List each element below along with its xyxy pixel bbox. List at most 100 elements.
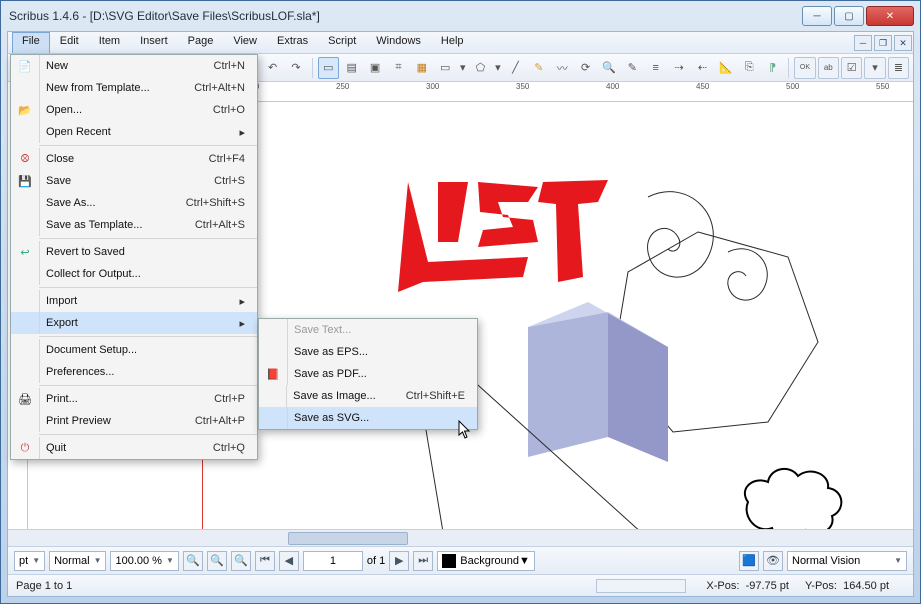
maximize-button[interactable]: ▢ [834, 6, 864, 26]
mdi-restore-button[interactable]: ❐ [874, 35, 892, 51]
undo-button[interactable]: ↶ [262, 57, 283, 79]
scrollbar-thumb[interactable] [288, 532, 408, 545]
viewmode-select[interactable]: Normal▼ [49, 551, 106, 571]
file-menu-revert[interactable]: ↩Revert to Saved [11, 241, 257, 263]
table-tool[interactable]: ▦ [411, 57, 432, 79]
last-page-button[interactable]: ⏭ [413, 551, 433, 571]
file-menu-open[interactable]: 📂Open...Ctrl+O [11, 99, 257, 121]
pdf-listbox-tool[interactable]: ≣ [888, 57, 909, 79]
zoom-out-button[interactable]: 🔍 [183, 551, 203, 571]
page-range-label: Page 1 to 1 [16, 580, 72, 592]
ypos-label: Y-Pos: 164.50 pt [805, 580, 889, 592]
file-menu-document-setup[interactable]: Document Setup... [11, 339, 257, 361]
polygon-dropdown[interactable]: ▾ [493, 57, 503, 79]
file-menu-export[interactable]: Export▸ [11, 312, 257, 334]
menu-help[interactable]: Help [431, 32, 474, 53]
image-frame-tool[interactable]: ▣ [364, 57, 385, 79]
quit-icon: ⏻ [11, 442, 39, 455]
color-management-button[interactable]: 🟦 [739, 551, 759, 571]
file-menu: 📄NewCtrl+N New from Template...Ctrl+Alt+… [10, 54, 258, 460]
freehand-tool[interactable]: 〰 [552, 57, 573, 79]
mdi-close-button[interactable]: ✕ [894, 35, 912, 51]
menu-extras[interactable]: Extras [267, 32, 318, 53]
minimize-button[interactable]: ─ [802, 6, 832, 26]
render-frame-tool[interactable]: ⌗ [388, 57, 409, 79]
file-menu-save-as-template[interactable]: Save as Template...Ctrl+Alt+S [11, 214, 257, 236]
next-page-button[interactable]: ▶ [389, 551, 409, 571]
menu-page[interactable]: Page [178, 32, 224, 53]
file-menu-preferences[interactable]: Preferences... [11, 361, 257, 383]
rotate-tool[interactable]: ⟳ [575, 57, 596, 79]
file-menu-new[interactable]: 📄NewCtrl+N [11, 55, 257, 77]
first-page-button[interactable]: ⏮ [255, 551, 275, 571]
mdi-minimize-button[interactable]: ─ [854, 35, 872, 51]
file-menu-new-template[interactable]: New from Template...Ctrl+Alt+N [11, 77, 257, 99]
menu-edit[interactable]: Edit [50, 32, 89, 53]
xpos-label: X-Pos: -97.75 pt [706, 580, 789, 592]
export-submenu: Save Text... Save as EPS... 📕Save as PDF… [258, 318, 478, 430]
export-save-svg[interactable]: Save as SVG... [259, 407, 477, 429]
file-menu-quit[interactable]: ⏻QuitCtrl+Q [11, 437, 257, 459]
edit-contents-tool[interactable]: ✎ [622, 57, 643, 79]
layer-color-swatch [442, 554, 456, 568]
file-menu-print-preview[interactable]: Print PreviewCtrl+Alt+P [11, 410, 257, 432]
select-tool[interactable]: ▭ [318, 57, 339, 79]
export-save-text[interactable]: Save Text... [259, 319, 477, 341]
prev-page-button[interactable]: ◀ [279, 551, 299, 571]
export-save-pdf[interactable]: 📕Save as PDF... [259, 363, 477, 385]
menu-file[interactable]: File [12, 32, 50, 53]
pdf-combobox-tool[interactable]: ▾ [864, 57, 885, 79]
page-number-field[interactable] [303, 551, 363, 571]
file-menu-save-as[interactable]: Save As...Ctrl+Shift+S [11, 192, 257, 214]
unlink-frames-tool[interactable]: ⇠ [692, 57, 713, 79]
progress-bar [596, 579, 686, 593]
eyedropper-tool[interactable]: ⁋ [762, 57, 783, 79]
menu-view[interactable]: View [223, 32, 267, 53]
vision-select[interactable]: Normal Vision▼ [787, 551, 907, 571]
menu-windows[interactable]: Windows [366, 32, 431, 53]
measure-tool[interactable]: 📐 [715, 57, 736, 79]
zoom-field[interactable]: 100.00 %▼ [110, 551, 178, 571]
pdf-push-button-tool[interactable]: OK [794, 57, 815, 79]
line-tool[interactable]: ╱ [505, 57, 526, 79]
bezier-tool[interactable]: ✎ [528, 57, 549, 79]
text-frame-tool[interactable]: ▤ [341, 57, 362, 79]
close-button[interactable]: ✕ [866, 6, 914, 26]
copy-props-tool[interactable]: ⎘ [739, 57, 760, 79]
horizontal-scrollbar[interactable] [8, 529, 913, 546]
unit-select[interactable]: pt▼ [14, 551, 45, 571]
menu-insert[interactable]: Insert [130, 32, 178, 53]
open-icon: 📂 [11, 104, 39, 117]
print-icon: 🖨 [11, 393, 39, 406]
link-frames-tool[interactable]: ⇢ [668, 57, 689, 79]
window-title: Scribus 1.4.6 - [D:\SVG Editor\Save File… [9, 9, 800, 23]
revert-icon: ↩ [11, 246, 39, 259]
statusbar: Page 1 to 1 X-Pos: -97.75 pt Y-Pos: 164.… [8, 574, 913, 596]
story-editor-tool[interactable]: ≡ [645, 57, 666, 79]
export-save-image[interactable]: Save as Image...Ctrl+Shift+E [259, 385, 477, 407]
preview-button[interactable]: 👁 [763, 551, 783, 571]
export-save-eps[interactable]: Save as EPS... [259, 341, 477, 363]
zoom-tool[interactable]: 🔍 [598, 57, 619, 79]
pdf-text-field-tool[interactable]: ab [818, 57, 839, 79]
zoom-in-button[interactable]: 🔍 [231, 551, 251, 571]
file-menu-save[interactable]: 💾SaveCtrl+S [11, 170, 257, 192]
file-menu-collect[interactable]: Collect for Output... [11, 263, 257, 285]
pdf-checkbox-tool[interactable]: ☑ [841, 57, 862, 79]
window-frame: Scribus 1.4.6 - [D:\SVG Editor\Save File… [0, 0, 921, 604]
pdf-icon: 📕 [259, 368, 287, 381]
layer-select[interactable]: Background▼ [437, 551, 535, 571]
menu-script[interactable]: Script [318, 32, 366, 53]
bottom-bar: pt▼ Normal▼ 100.00 %▼ 🔍 🔍 🔍 ⏮ ◀ of 1 ▶ ⏭… [8, 546, 913, 574]
menu-item[interactable]: Item [89, 32, 130, 53]
shape-dropdown[interactable]: ▾ [458, 57, 468, 79]
polygon-tool[interactable]: ⬠ [470, 57, 491, 79]
file-menu-close[interactable]: ⮾CloseCtrl+F4 [11, 148, 257, 170]
zoom-reset-button[interactable]: 🔍 [207, 551, 227, 571]
file-menu-print[interactable]: 🖨Print...Ctrl+P [11, 388, 257, 410]
file-menu-open-recent[interactable]: Open Recent▸ [11, 121, 257, 143]
redo-button[interactable]: ↷ [285, 57, 306, 79]
shape-tool[interactable]: ▭ [435, 57, 456, 79]
titlebar[interactable]: Scribus 1.4.6 - [D:\SVG Editor\Save File… [1, 1, 920, 31]
file-menu-import[interactable]: Import▸ [11, 290, 257, 312]
